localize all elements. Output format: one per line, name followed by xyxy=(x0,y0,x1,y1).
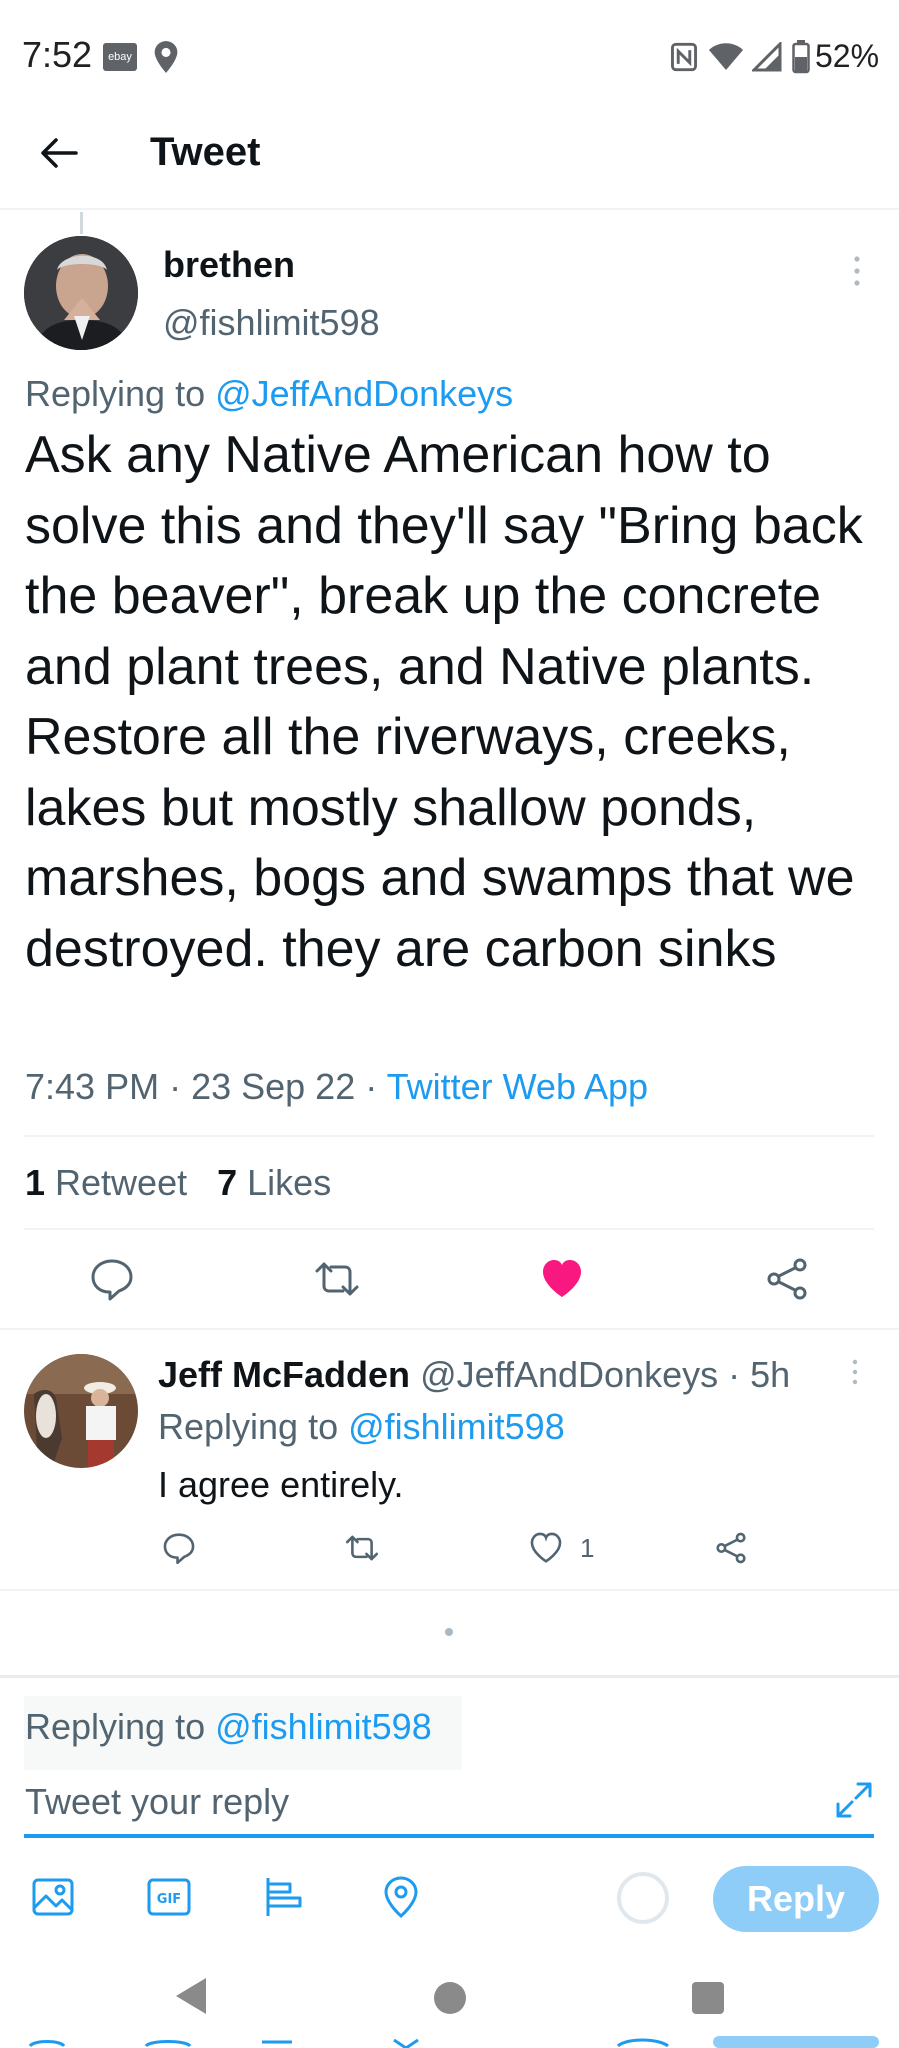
divider xyxy=(0,1328,899,1330)
engagement-stats: 1 Retweet 7 Likes xyxy=(25,1162,331,1204)
back-arrow-icon[interactable] xyxy=(38,132,80,174)
divider xyxy=(24,1135,874,1137)
reply-avatar[interactable] xyxy=(24,1354,138,1468)
input-underline xyxy=(24,1834,874,1838)
meta-separator: · xyxy=(718,1354,751,1395)
image-icon[interactable] xyxy=(30,1874,76,1920)
reply-input[interactable] xyxy=(25,1776,815,1828)
ghost-toolbar-strip xyxy=(28,2036,879,2048)
reply-author-handle[interactable]: @JeffAndDonkeys xyxy=(420,1354,718,1395)
nav-back-icon[interactable] xyxy=(172,1976,208,2016)
reply-header: Jeff McFadden @JeffAndDonkeys · 5h xyxy=(158,1354,790,1396)
reply-more-options-icon[interactable] xyxy=(848,1358,862,1386)
character-counter-circle xyxy=(617,1872,669,1924)
battery-percent: 52% xyxy=(815,38,880,74)
likes-stat[interactable]: 7 Likes xyxy=(217,1162,331,1203)
like-icon[interactable] xyxy=(529,1531,563,1565)
tweet-text: Ask any Native American how to solve thi… xyxy=(25,426,863,978)
reply-text: I agree entirely. xyxy=(158,1464,404,1505)
author-handle[interactable]: @fishlimit598 xyxy=(163,302,380,344)
wifi-icon xyxy=(709,43,743,70)
replying-prefix: Replying to xyxy=(158,1406,349,1447)
replying-to-link[interactable]: @JeffAndDonkeys xyxy=(215,373,513,414)
share-icon[interactable] xyxy=(764,1256,810,1302)
location-pin-icon[interactable] xyxy=(378,1874,424,1920)
replying-prefix: Replying to xyxy=(25,1706,216,1747)
avatar[interactable] xyxy=(24,236,138,350)
nav-home-icon[interactable] xyxy=(434,1982,466,2014)
tweet-metadata: 7:43 PM · 23 Sep 22 · Twitter Web App xyxy=(25,1066,648,1108)
share-icon[interactable] xyxy=(714,1531,748,1565)
ebay-icon: ebay xyxy=(103,43,137,71)
reply-replying-line: Replying to @fishlimit598 xyxy=(158,1406,565,1448)
meta-separator: · xyxy=(159,1066,192,1107)
status-time: 7:52 xyxy=(22,34,93,75)
thread-connector-line xyxy=(80,212,83,234)
divider xyxy=(0,1675,899,1678)
signal-icon xyxy=(752,42,782,72)
replying-to-link[interactable]: @fishlimit598 xyxy=(215,1706,432,1747)
like-filled-icon[interactable] xyxy=(539,1256,585,1302)
reply-icon[interactable] xyxy=(89,1256,135,1302)
replying-to-link[interactable]: @fishlimit598 xyxy=(348,1406,565,1447)
nfc-icon xyxy=(671,42,697,72)
reply-like-count: 1 xyxy=(580,1533,595,1563)
divider xyxy=(24,1228,874,1230)
replying-to-line: Replying to @JeffAndDonkeys xyxy=(25,373,513,415)
composer-replying-line: Replying to @fishlimit598 xyxy=(25,1706,432,1748)
tweet-source[interactable]: Twitter Web App xyxy=(387,1066,648,1107)
expand-icon[interactable] xyxy=(834,1780,874,1820)
location-icon xyxy=(154,41,178,73)
top-app-bar xyxy=(0,110,899,210)
page-title: Tweet xyxy=(150,130,261,174)
retweets-stat[interactable]: 1 Retweet xyxy=(25,1162,187,1203)
more-options-icon[interactable] xyxy=(848,254,866,288)
reply-icon[interactable] xyxy=(162,1531,196,1565)
meta-separator: · xyxy=(355,1066,387,1107)
poll-icon[interactable] xyxy=(262,1874,308,1920)
reply-button[interactable]: Reply xyxy=(713,1866,879,1932)
gif-icon[interactable]: GIF xyxy=(146,1874,192,1920)
loading-indicator xyxy=(445,1628,453,1636)
svg-text:GIF: GIF xyxy=(157,1892,181,1907)
nav-recents-icon[interactable] xyxy=(692,1982,724,2014)
retweet-icon[interactable] xyxy=(314,1256,360,1302)
tweet-date[interactable]: 23 Sep 22 xyxy=(191,1066,355,1107)
divider xyxy=(0,1589,899,1591)
author-name[interactable]: brethen xyxy=(163,244,295,286)
replying-prefix: Replying to xyxy=(25,373,216,414)
reply-age: 5h xyxy=(750,1354,791,1395)
retweet-icon[interactable] xyxy=(345,1531,379,1565)
battery-icon xyxy=(792,40,810,74)
reply-author-name[interactable]: Jeff McFadden xyxy=(158,1354,410,1395)
tweet-time[interactable]: 7:43 PM xyxy=(25,1066,159,1107)
